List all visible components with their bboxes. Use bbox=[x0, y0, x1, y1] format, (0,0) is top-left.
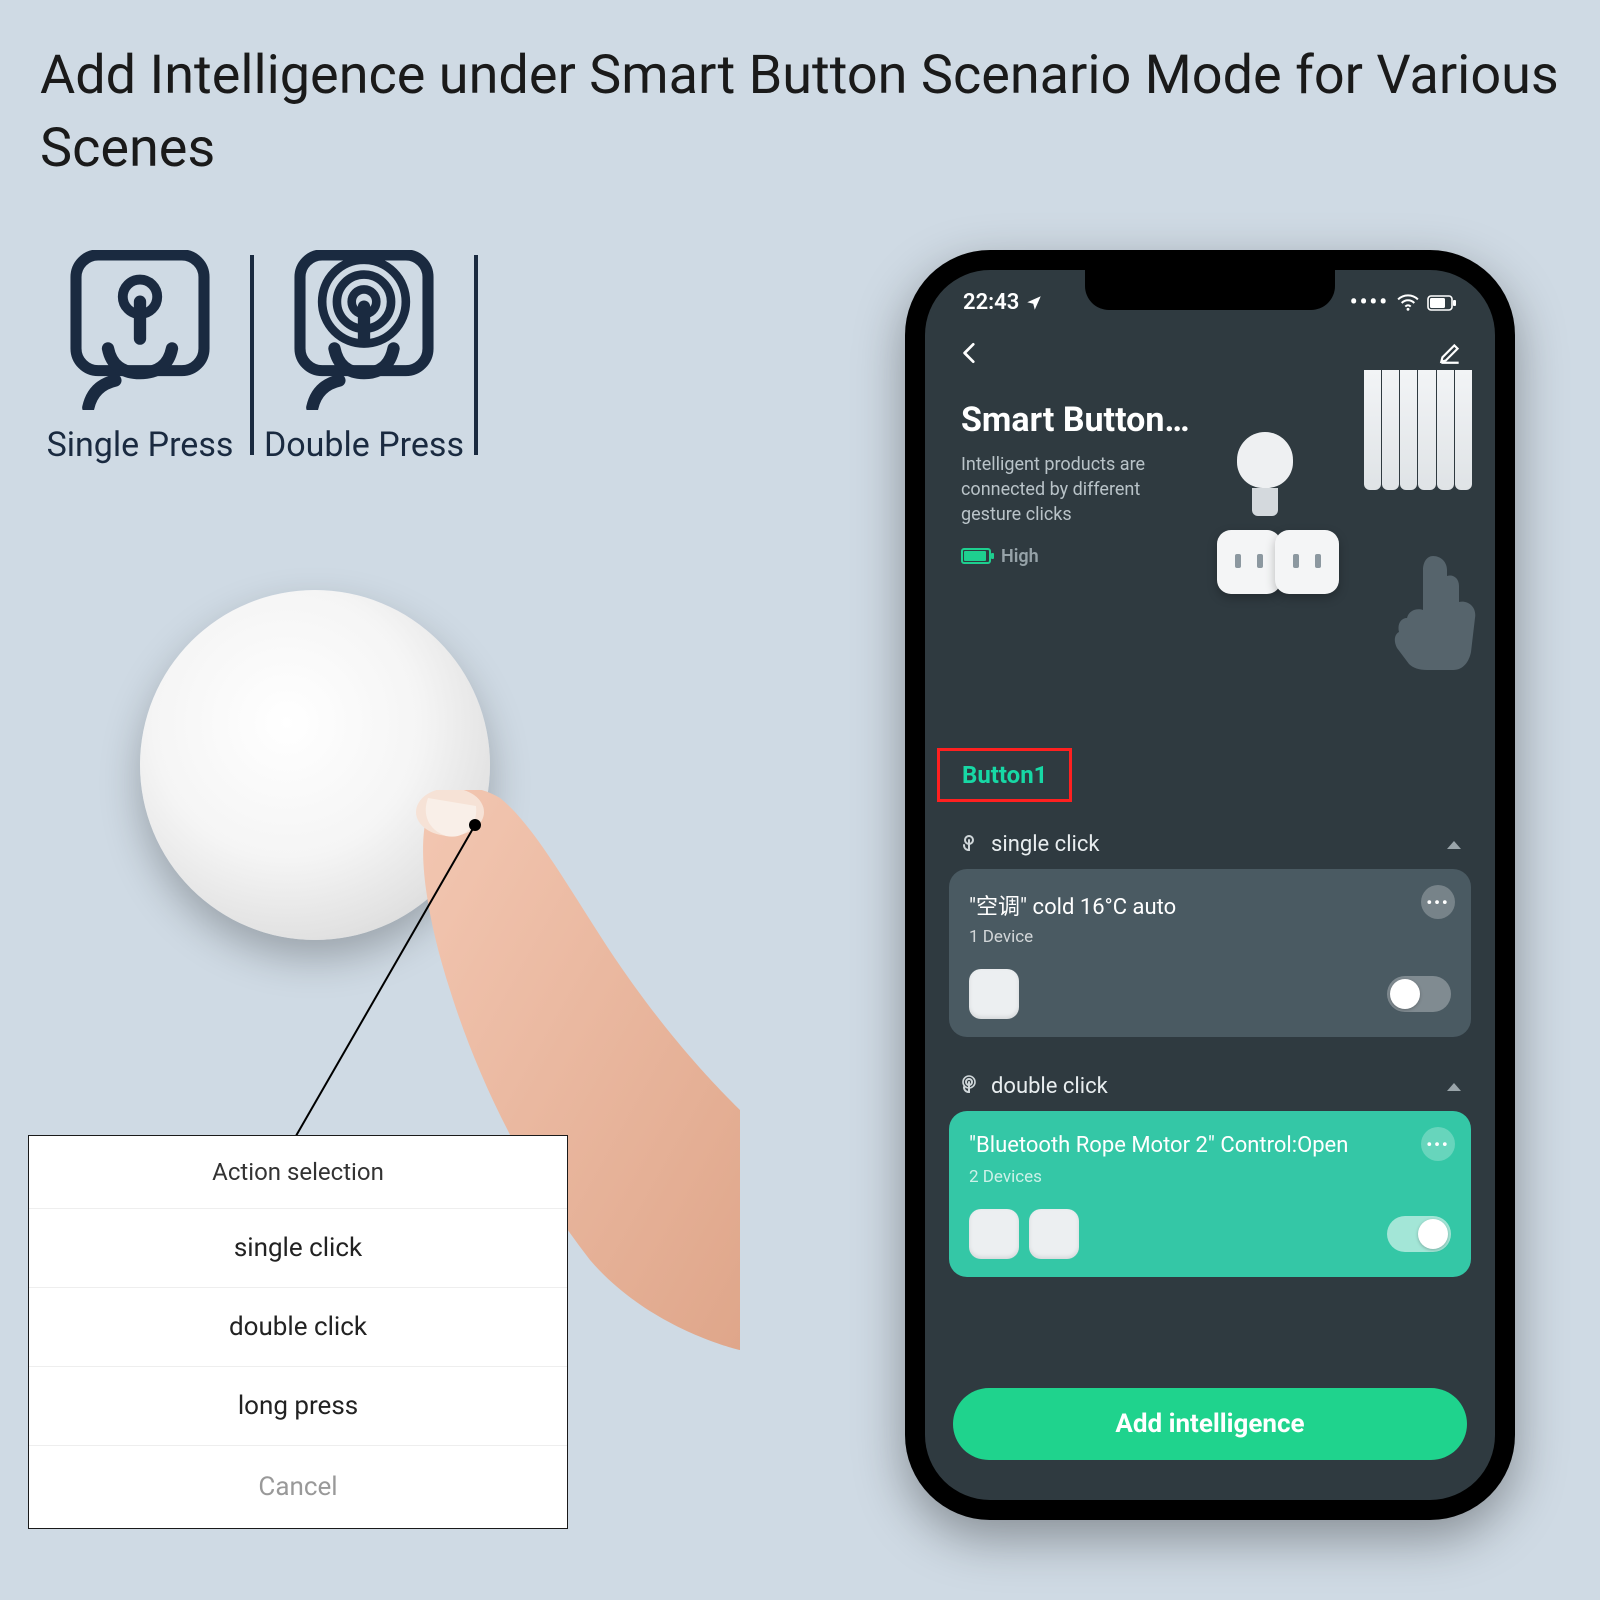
button-tab[interactable]: Button1 bbox=[962, 761, 1047, 789]
section-single-click: single click "空调" cold 16°C auto 1 Devic… bbox=[949, 818, 1471, 1037]
action-option-long[interactable]: long press bbox=[29, 1366, 567, 1445]
single-press-label: Single Press bbox=[47, 425, 234, 465]
double-press-block: Double Press bbox=[254, 250, 474, 465]
device-thumb-icon bbox=[969, 1209, 1019, 1259]
press-modes-row: Single Press Double Press bbox=[30, 250, 478, 465]
collapse-icon[interactable] bbox=[1445, 1080, 1463, 1094]
tap-icon bbox=[957, 1075, 981, 1099]
double-press-label: Double Press bbox=[264, 425, 464, 465]
device-battery-label: High bbox=[1001, 546, 1039, 567]
device-thumb-icon bbox=[1029, 1209, 1079, 1259]
action-selection-sheet: Action selection single click double cli… bbox=[28, 1135, 568, 1529]
callout-line bbox=[275, 815, 525, 1165]
pointing-hand-icon bbox=[1387, 550, 1477, 670]
card-subtitle: 1 Device bbox=[969, 927, 1451, 947]
action-option-double[interactable]: double click bbox=[29, 1287, 567, 1366]
battery-icon bbox=[1427, 295, 1457, 311]
double-press-icon bbox=[289, 250, 439, 410]
app-screen: 22:43 •••• Smart Button… Intelligent pro… bbox=[925, 270, 1495, 1500]
card-more-button[interactable]: ••• bbox=[1421, 885, 1455, 919]
device-battery-icon bbox=[961, 548, 991, 564]
bulb-icon bbox=[1237, 432, 1293, 522]
cell-dots-icon: •••• bbox=[1350, 290, 1389, 315]
card-subtitle: 2 Devices bbox=[969, 1167, 1451, 1187]
card-toggle[interactable] bbox=[1387, 1216, 1451, 1252]
sheet-cancel-button[interactable]: Cancel bbox=[29, 1445, 567, 1528]
single-press-block: Single Press bbox=[30, 250, 250, 465]
section-label: single click bbox=[991, 832, 1100, 857]
phone-mockup: 22:43 •••• Smart Button… Intelligent pro… bbox=[905, 250, 1515, 1520]
status-time: 22:43 bbox=[963, 290, 1019, 315]
device-thumb-icon bbox=[969, 969, 1019, 1019]
single-press-icon bbox=[65, 250, 215, 410]
collapse-icon[interactable] bbox=[1445, 838, 1463, 852]
plugs-icon bbox=[1217, 530, 1339, 594]
button-tab-highlight: Button1 bbox=[937, 748, 1072, 802]
card-more-button[interactable]: ••• bbox=[1421, 1127, 1455, 1161]
action-option-single[interactable]: single click bbox=[29, 1208, 567, 1287]
automation-card[interactable]: "空调" cold 16°C auto 1 Device ••• bbox=[949, 869, 1471, 1037]
device-subtitle: Intelligent products are connected by di… bbox=[961, 452, 1201, 528]
sheet-title: Action selection bbox=[29, 1136, 567, 1208]
wifi-icon bbox=[1397, 294, 1419, 312]
location-arrow-icon bbox=[1025, 294, 1043, 312]
card-title: "空调" cold 16°C auto bbox=[969, 889, 1451, 921]
card-title: "Bluetooth Rope Motor 2" Control:Open bbox=[969, 1131, 1349, 1161]
tap-icon bbox=[957, 833, 981, 857]
back-button[interactable] bbox=[957, 340, 983, 366]
hero-illustration bbox=[1207, 380, 1467, 640]
section-double-click: double click "Bluetooth Rope Motor 2" Co… bbox=[949, 1060, 1471, 1277]
section-label: double click bbox=[991, 1074, 1108, 1099]
edit-button[interactable] bbox=[1437, 340, 1463, 366]
card-toggle[interactable] bbox=[1387, 976, 1451, 1012]
automation-card[interactable]: "Bluetooth Rope Motor 2" Control:Open 2 … bbox=[949, 1111, 1471, 1277]
separator bbox=[474, 255, 478, 455]
curtain-icon bbox=[1363, 370, 1473, 490]
cta-label: Add intelligence bbox=[1115, 1409, 1304, 1439]
add-intelligence-button[interactable]: Add intelligence bbox=[953, 1388, 1467, 1460]
phone-notch bbox=[1085, 270, 1335, 310]
page-title: Add Intelligence under Smart Button Scen… bbox=[40, 40, 1600, 186]
